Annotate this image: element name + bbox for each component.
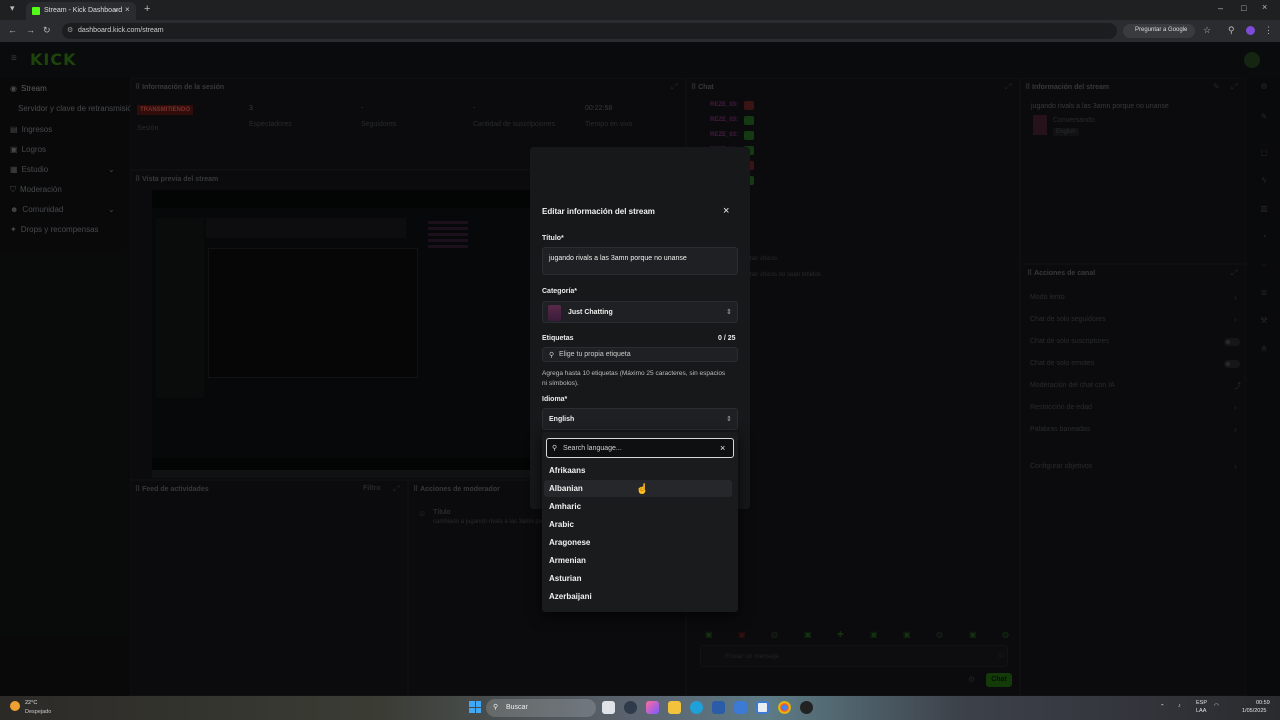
taskbar-search[interactable]: ⚲ Buscar (486, 699, 596, 717)
title-field-label: Título* (542, 235, 564, 242)
tray-chevron-icon[interactable]: ⌃ (1160, 704, 1165, 710)
input-language[interactable]: ESP (1196, 700, 1207, 706)
app-icon[interactable] (756, 701, 769, 714)
windows-taskbar: 22°C Despejado ⚲ Buscar ⌃ ♪ ESP LAA ◠ 00… (0, 696, 1280, 720)
search-icon: ⚲ (552, 445, 558, 452)
title-input[interactable]: jugando rivals a las 3amn porque no unan… (542, 247, 738, 275)
tags-input[interactable]: ⚲ Elige tu propia etiqueta (542, 347, 738, 362)
minimize-icon[interactable]: – (1218, 3, 1223, 13)
close-window-icon[interactable]: × (1262, 2, 1267, 12)
input-language-2: LAA (1196, 708, 1207, 714)
maximize-icon[interactable]: □ (1241, 3, 1246, 13)
select-arrows-icon: ⇕ (726, 309, 732, 316)
language-option[interactable]: Afrikaans (544, 462, 732, 479)
tab-close-icon[interactable]: × (125, 5, 130, 14)
tags-counter: 0 / 25 (718, 335, 736, 342)
clock-time[interactable]: 00:59 (1256, 700, 1270, 706)
mic-icon[interactable]: ♪ (1178, 703, 1181, 709)
profile-avatar[interactable] (1246, 26, 1255, 35)
taskbar-search-label: Buscar (506, 704, 528, 711)
weather-sun-icon[interactable] (10, 701, 20, 711)
tab-title: Stream - Kick Dashboard (44, 7, 123, 14)
url-text: dashboard.kick.com/stream (78, 27, 164, 34)
language-option[interactable]: Arabic (544, 516, 732, 533)
copilot-icon[interactable] (646, 701, 659, 714)
cursor-hand-icon: ☝ (636, 484, 649, 495)
tab-search-icon[interactable]: ▾ (10, 3, 15, 14)
language-option[interactable]: Asturian (544, 570, 732, 587)
clock-date: 1/05/2025 (1242, 708, 1267, 714)
language-search-placeholder: Search language... (563, 445, 622, 452)
extension-icon[interactable]: ⚲ (1228, 25, 1235, 36)
app-icon[interactable] (800, 701, 813, 714)
tags-field-label: Etiquetas (542, 335, 574, 342)
mail-icon[interactable] (734, 701, 747, 714)
wifi-icon[interactable]: ◠ (1214, 703, 1219, 709)
weather-desc: Despejado (25, 709, 52, 715)
language-option[interactable]: Aragonese (544, 534, 732, 551)
ask-google-label: Preguntar a Google (1135, 27, 1188, 33)
kick-favicon-icon (32, 7, 40, 15)
language-dropdown: ⚲ Search language... × Afrikaans Albania… (542, 432, 738, 612)
tab-audio-icon[interactable]: ◂ (114, 6, 118, 14)
browser-menu-icon[interactable]: ⋮ (1264, 25, 1273, 36)
clear-search-icon[interactable]: × (720, 443, 725, 453)
reload-icon[interactable]: ↻ (43, 25, 51, 36)
category-select[interactable]: Just Chatting ⇕ (542, 301, 738, 323)
windows-start-icon[interactable] (469, 701, 481, 713)
language-option[interactable]: Azerbaijani (544, 588, 732, 605)
new-tab-icon[interactable]: + (144, 3, 150, 15)
category-field-label: Categoría* (542, 288, 578, 295)
language-option[interactable]: Armenian (544, 552, 732, 569)
close-modal-icon[interactable]: × (723, 205, 729, 217)
browser-tab-bar: Stream - Kick Dashboard ◂ × + ▾ – □ × (0, 0, 1280, 20)
tags-help-text: Agrega hasta 10 etiquetas (Máximo 25 car… (542, 370, 726, 387)
category-value: Just Chatting (568, 309, 613, 316)
url-bar[interactable]: ⚙ dashboard.kick.com/stream (62, 23, 1117, 39)
category-thumbnail (548, 305, 561, 321)
title-input-value: jugando rivals a las 3amn porque no unan… (549, 255, 687, 262)
app-icon[interactable] (712, 701, 725, 714)
task-view-icon[interactable] (602, 701, 615, 714)
language-search-input[interactable]: ⚲ Search language... × (546, 438, 734, 458)
file-explorer-icon[interactable] (668, 701, 681, 714)
weather-temp[interactable]: 22°C (25, 700, 37, 706)
ask-google-button[interactable]: Preguntar a Google (1123, 24, 1195, 38)
site-info-icon[interactable]: ⚙ (67, 26, 73, 34)
address-bar-row: ← → ↻ ⚙ dashboard.kick.com/stream Pregun… (0, 20, 1280, 42)
select-arrows-icon: ⇕ (726, 416, 732, 423)
language-select[interactable]: English ⇕ (542, 408, 738, 430)
edge-icon[interactable] (690, 701, 703, 714)
language-value: English (549, 416, 575, 423)
forward-icon[interactable]: → (26, 25, 35, 35)
app-icon[interactable] (624, 701, 637, 714)
language-field-label: Idioma* (542, 396, 568, 403)
tags-placeholder: Elige tu propia etiqueta (559, 351, 631, 358)
bookmark-star-icon[interactable]: ☆ (1203, 25, 1211, 36)
back-icon[interactable]: ← (8, 25, 17, 35)
search-icon: ⚲ (493, 704, 499, 711)
search-icon: ⚲ (549, 352, 555, 359)
modal-title: Editar información del stream (542, 207, 655, 216)
language-option[interactable]: Amharic (544, 498, 732, 515)
browser-tab[interactable]: Stream - Kick Dashboard ◂ × (26, 2, 136, 20)
chrome-icon[interactable] (778, 701, 791, 714)
